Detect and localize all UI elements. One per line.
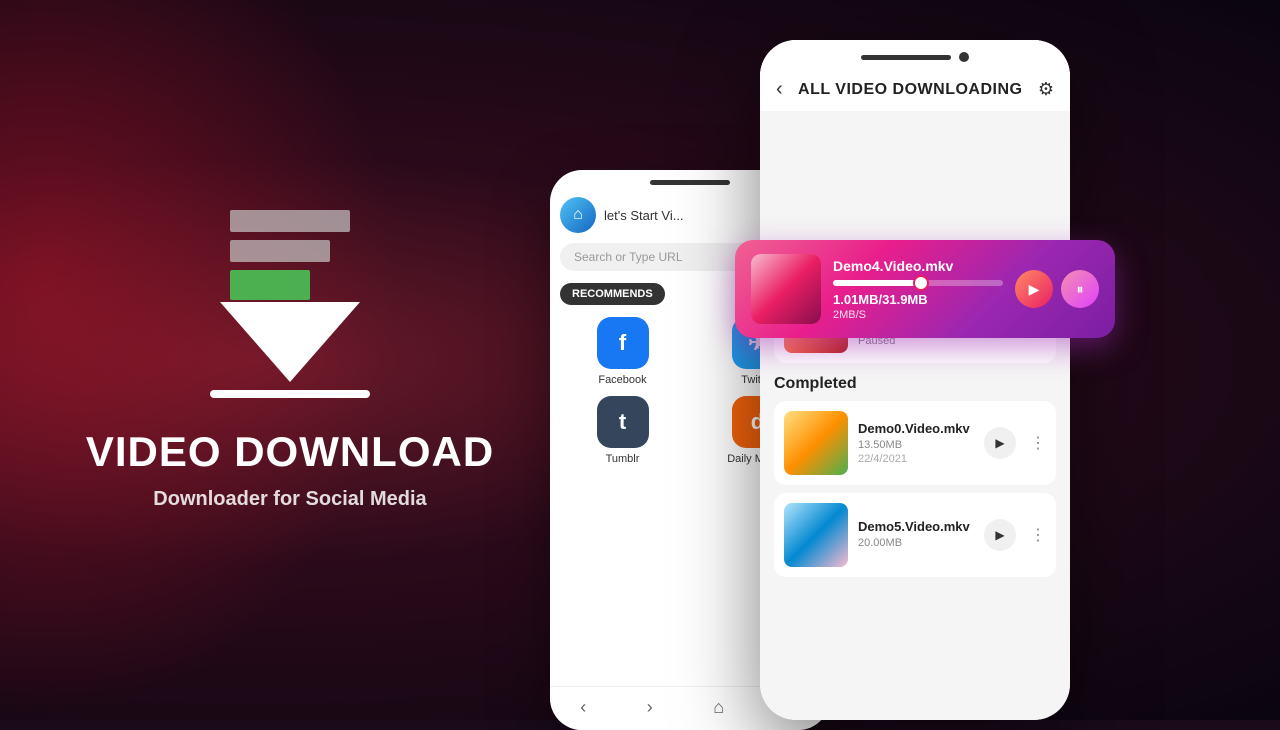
settings-button[interactable]: ⚙ <box>1038 79 1054 100</box>
icon-bar-mid <box>230 240 330 262</box>
tumblr-icon: t <box>597 396 649 448</box>
back-button[interactable]: ‹ <box>776 78 783 101</box>
social-item-tumblr[interactable]: t Tumblr <box>560 396 685 465</box>
completed-item-5: Demo5.Video.mkv 20.00MB ▶ ⋮ <box>774 493 1056 577</box>
download-progress-bar <box>210 390 370 398</box>
app-title: VIDEO DOWNLOAD <box>86 428 494 476</box>
active-progress-wrap <box>833 280 1003 286</box>
comp-thumb-0 <box>784 411 848 475</box>
comp-filename-5: Demo5.Video.mkv <box>858 519 974 534</box>
nav-home-icon[interactable]: ⌂ <box>713 697 724 718</box>
comp-play-button-0[interactable]: ▶ <box>984 427 1016 459</box>
facebook-label: Facebook <box>598 374 646 386</box>
active-thumb-img <box>751 254 821 324</box>
completed-header: Completed <box>774 371 1056 401</box>
comp-thumb-5 <box>784 503 848 567</box>
comp-filename-0: Demo0.Video.mkv <box>858 421 974 436</box>
phones-wrapper: ⌂ let's Start Vi... Search or Type URL R… <box>540 0 1280 720</box>
active-play-button[interactable]: ▶ <box>1015 270 1053 308</box>
icon-bars <box>230 210 350 300</box>
social-item-facebook[interactable]: f Facebook <box>560 317 685 386</box>
phone1-notch-bar <box>650 180 730 185</box>
active-download-card: Demo4.Video.mkv 1.01MB/31.9MB 2MB/S ▶ ⏸ <box>735 240 1115 338</box>
completed-item-0: Demo0.Video.mkv 13.50MB 22/4/2021 ▶ ⋮ <box>774 401 1056 485</box>
more-button-0[interactable]: ⋮ <box>1030 433 1046 453</box>
app-subtitle: Downloader for Social Media <box>153 488 426 511</box>
active-info: Demo4.Video.mkv 1.01MB/31.9MB 2MB/S <box>833 258 1003 321</box>
phone2-notch <box>760 40 1070 70</box>
phone2-header: ‹ ALL VIDEO DOWNLOADING ⚙ <box>760 70 1070 111</box>
comp-info-0: Demo0.Video.mkv 13.50MB 22/4/2021 <box>858 421 974 465</box>
tumblr-label: Tumblr <box>606 453 640 465</box>
icon-bar-top <box>230 210 350 232</box>
comp-size-5: 20.00MB <box>858 537 974 549</box>
recommends-tab[interactable]: RECOMMENDS <box>560 283 665 305</box>
active-speed: 2MB/S <box>833 309 1003 321</box>
home-icon[interactable]: ⌂ <box>560 197 596 233</box>
comp-info-5: Demo5.Video.mkv 20.00MB <box>858 519 974 551</box>
active-controls: ▶ ⏸ <box>1015 270 1099 308</box>
comp-size-0: 13.50MB <box>858 439 974 451</box>
comp-play-button-5[interactable]: ▶ <box>984 519 1016 551</box>
active-size: 1.01MB/31.9MB <box>833 292 1003 307</box>
icon-bar-green <box>230 270 310 300</box>
active-pause-button[interactable]: ⏸ <box>1061 270 1099 308</box>
phone2: ‹ ALL VIDEO DOWNLOADING ⚙ Demo1.Video.mk… <box>760 40 1070 720</box>
facebook-icon: f <box>597 317 649 369</box>
active-progress-thumb <box>913 275 929 291</box>
nav-forward-icon[interactable]: › <box>647 697 653 718</box>
phone2-inner: ‹ ALL VIDEO DOWNLOADING ⚙ Demo1.Video.mk… <box>760 40 1070 720</box>
left-section: VIDEO DOWNLOAD Downloader for Social Med… <box>60 0 520 720</box>
active-progress-fill <box>833 280 921 286</box>
phone1-header-text: let's Start Vi... <box>604 208 684 223</box>
nav-back-icon[interactable]: ‹ <box>580 697 586 718</box>
active-thumb <box>751 254 821 324</box>
active-filename: Demo4.Video.mkv <box>833 258 1003 274</box>
more-button-5[interactable]: ⋮ <box>1030 525 1046 545</box>
page-title: ALL VIDEO DOWNLOADING <box>798 81 1022 99</box>
home-symbol: ⌂ <box>573 206 583 224</box>
arrow-icon <box>220 302 360 382</box>
app-icon <box>210 210 370 398</box>
comp-date-0: 22/4/2021 <box>858 453 974 465</box>
phone2-notch-bar <box>861 55 951 60</box>
phone2-notch-dot <box>959 52 969 62</box>
